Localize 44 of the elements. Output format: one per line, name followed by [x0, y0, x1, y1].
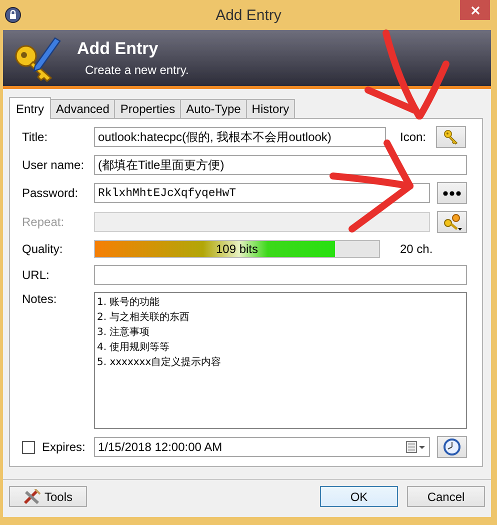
tools-button[interactable]: Tools: [9, 486, 87, 507]
show-password-button[interactable]: [437, 182, 467, 204]
field-label: URL:: [22, 268, 50, 282]
tab[interactable]: Entry: [9, 97, 52, 119]
lock-icon: [5, 7, 21, 23]
field-label: Repeat:: [22, 215, 66, 229]
key-gear-icon: [442, 213, 462, 231]
window-title: Add Entry: [214, 6, 282, 24]
url-field[interactable]: [94, 265, 467, 285]
calendar-dropdown-icon[interactable]: [406, 441, 426, 453]
length-reading: 20 ch.: [400, 242, 433, 256]
password-field[interactable]: RklxhMhtEJcXqfyqeHwT: [94, 183, 430, 203]
close-icon: [470, 6, 480, 14]
field-label: Icon:: [400, 130, 426, 144]
field-label: User name:: [22, 158, 86, 172]
date-field[interactable]: 1/15/2018 12:00:00 AM: [94, 437, 430, 457]
header-title: Add Entry: [77, 39, 160, 59]
clock-button[interactable]: [437, 436, 467, 458]
clock-icon: [443, 438, 461, 456]
checkbox[interactable]: [22, 440, 35, 454]
close-button[interactable]: [460, 0, 490, 20]
repeat-field[interactable]: [94, 212, 430, 232]
field-label: Notes:: [22, 292, 58, 306]
user-name-field[interactable]: (都填在Title里面更方便): [94, 155, 467, 175]
icon-button[interactable]: [436, 126, 466, 148]
field-label: Expires:: [42, 440, 86, 454]
dialog-button[interactable]: Cancel: [407, 486, 485, 507]
field-label: Title:: [22, 130, 49, 144]
key-icon: [443, 129, 460, 145]
tab[interactable]: Auto-Type: [180, 99, 247, 118]
quality-reading: 109 bits: [216, 242, 258, 256]
header-subtitle: Create a new entry.: [85, 63, 189, 77]
date-value: 1/15/2018 12:00:00 AM: [98, 440, 222, 454]
tab[interactable]: History: [246, 99, 296, 118]
field-label: Quality:: [22, 242, 64, 256]
generate-button[interactable]: [437, 211, 467, 233]
tab[interactable]: Advanced: [50, 99, 116, 118]
field-label: Password:: [22, 186, 80, 200]
dots-icon: [443, 190, 461, 196]
notes-field[interactable]: 1. 账号的功能 2. 与之相关联的东西 3. 注意事项 4. 使用规则等等 5. xxxxxxx自定义提示内容: [94, 292, 467, 429]
dialog-button[interactable]: OK: [320, 486, 398, 507]
title-field[interactable]: outlook:hatecpc(假的, 我根本不会用outlook): [94, 127, 386, 147]
tools-icon: [23, 488, 42, 504]
tab[interactable]: Properties: [114, 99, 182, 118]
